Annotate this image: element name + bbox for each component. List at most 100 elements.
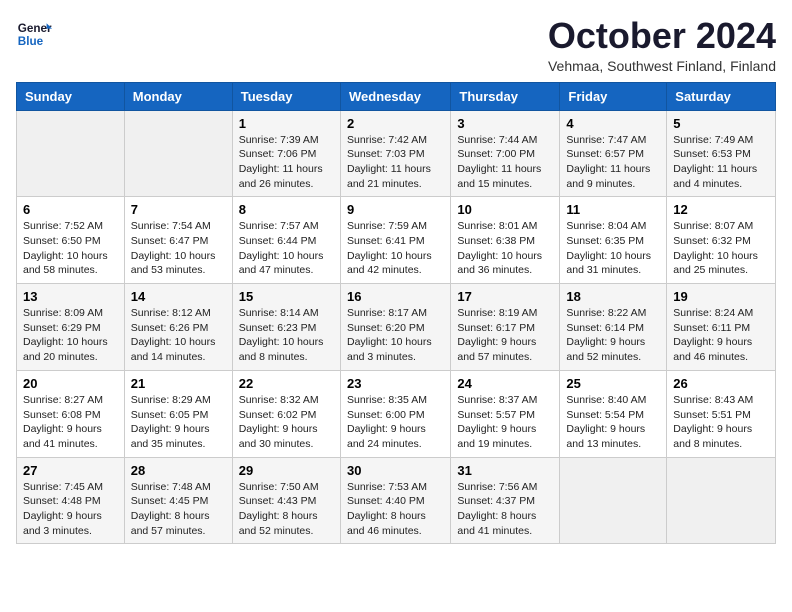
day-info: Sunrise: 8:14 AMSunset: 6:23 PMDaylight:… (239, 306, 334, 365)
day-info: Sunrise: 8:19 AMSunset: 6:17 PMDaylight:… (457, 306, 553, 365)
day-info: Sunrise: 7:47 AMSunset: 6:57 PMDaylight:… (566, 133, 660, 192)
day-number: 6 (23, 202, 118, 217)
calendar-cell: 30 Sunrise: 7:53 AMSunset: 4:40 PMDayligh… (340, 457, 450, 544)
day-info: Sunrise: 8:35 AMSunset: 6:00 PMDaylight:… (347, 393, 444, 452)
calendar-cell: 29Sunrise: 7:50 AMSunset: 4:43 PMDayligh… (232, 457, 340, 544)
calendar-cell: 6 Sunrise: 7:52 AMSunset: 6:50 PMDaylight… (17, 197, 125, 284)
day-number: 28 (131, 463, 226, 478)
calendar-cell: 1 Sunrise: 7:39 AMSunset: 7:06 PMDaylight… (232, 110, 340, 197)
calendar-table: SundayMondayTuesdayWednesdayThursdayFrid… (16, 82, 776, 545)
day-number: 22 (239, 376, 334, 391)
day-number: 25 (566, 376, 660, 391)
day-number: 13 (23, 289, 118, 304)
calendar-cell: 22Sunrise: 8:32 AMSunset: 6:02 PMDayligh… (232, 370, 340, 457)
calendar-cell (17, 110, 125, 197)
calendar-cell: 18Sunrise: 8:22 AMSunset: 6:14 PMDayligh… (560, 284, 667, 371)
day-number: 31 (457, 463, 553, 478)
day-number: 4 (566, 116, 660, 131)
day-number: 19 (673, 289, 769, 304)
day-info: Sunrise: 8:12 AMSunset: 6:26 PMDaylight:… (131, 306, 226, 365)
calendar-week-4: 20 Sunrise: 8:27 AMSunset: 6:08 PMDayligh… (17, 370, 776, 457)
calendar-cell (560, 457, 667, 544)
day-info: Sunrise: 7:53 AMSunset: 4:40 PMDaylight:… (347, 480, 444, 539)
day-number: 9 (347, 202, 444, 217)
location: Vehmaa, Southwest Finland, Finland (548, 58, 776, 74)
calendar-cell: 5 Sunrise: 7:49 AMSunset: 6:53 PMDaylight… (667, 110, 776, 197)
calendar-cell: 13 Sunrise: 8:09 AMSunset: 6:29 PMDayligh… (17, 284, 125, 371)
day-info: Sunrise: 8:09 AMSunset: 6:29 PMDaylight:… (23, 306, 118, 365)
day-number: 30 (347, 463, 444, 478)
calendar-cell: 24Sunrise: 8:37 AMSunset: 5:57 PMDayligh… (451, 370, 560, 457)
weekday-header-monday: Monday (124, 82, 232, 110)
weekday-header-thursday: Thursday (451, 82, 560, 110)
day-info: Sunrise: 7:52 AMSunset: 6:50 PMDaylight:… (23, 219, 118, 278)
day-number: 14 (131, 289, 226, 304)
day-info: Sunrise: 7:48 AMSunset: 4:45 PMDaylight:… (131, 480, 226, 539)
calendar-cell: 9 Sunrise: 7:59 AMSunset: 6:41 PMDaylight… (340, 197, 450, 284)
day-info: Sunrise: 8:27 AMSunset: 6:08 PMDaylight:… (23, 393, 118, 452)
weekday-header-saturday: Saturday (667, 82, 776, 110)
day-number: 15 (239, 289, 334, 304)
calendar-cell: 10 Sunrise: 8:01 AMSunset: 6:38 PMDayligh… (451, 197, 560, 284)
day-number: 10 (457, 202, 553, 217)
day-info: Sunrise: 8:04 AMSunset: 6:35 PMDaylight:… (566, 219, 660, 278)
calendar-cell (124, 110, 232, 197)
calendar-cell: 15 Sunrise: 8:14 AMSunset: 6:23 PMDayligh… (232, 284, 340, 371)
day-number: 23 (347, 376, 444, 391)
calendar-week-1: 1 Sunrise: 7:39 AMSunset: 7:06 PMDaylight… (17, 110, 776, 197)
logo-icon: General Blue (16, 16, 52, 52)
day-number: 20 (23, 376, 118, 391)
day-info: Sunrise: 7:42 AMSunset: 7:03 PMDaylight:… (347, 133, 444, 192)
day-info: Sunrise: 7:56 AMSunset: 4:37 PMDaylight:… (457, 480, 553, 539)
logo: General Blue (16, 16, 52, 52)
svg-text:Blue: Blue (18, 35, 44, 48)
day-number: 26 (673, 376, 769, 391)
day-info: Sunrise: 8:24 AMSunset: 6:11 PMDaylight:… (673, 306, 769, 365)
day-number: 17 (457, 289, 553, 304)
calendar-cell: 14 Sunrise: 8:12 AMSunset: 6:26 PMDayligh… (124, 284, 232, 371)
day-info: Sunrise: 7:39 AMSunset: 7:06 PMDaylight:… (239, 133, 334, 192)
weekday-header-sunday: Sunday (17, 82, 125, 110)
weekday-header-friday: Friday (560, 82, 667, 110)
calendar-week-3: 13 Sunrise: 8:09 AMSunset: 6:29 PMDayligh… (17, 284, 776, 371)
day-number: 1 (239, 116, 334, 131)
calendar-cell: 12Sunrise: 8:07 AMSunset: 6:32 PMDayligh… (667, 197, 776, 284)
day-number: 7 (131, 202, 226, 217)
weekday-header-tuesday: Tuesday (232, 82, 340, 110)
day-info: Sunrise: 8:37 AMSunset: 5:57 PMDaylight:… (457, 393, 553, 452)
calendar-cell: 28 Sunrise: 7:48 AMSunset: 4:45 PMDayligh… (124, 457, 232, 544)
day-info: Sunrise: 7:57 AMSunset: 6:44 PMDaylight:… (239, 219, 334, 278)
title-block: October 2024 Vehmaa, Southwest Finland, … (548, 16, 776, 74)
calendar-cell: 2 Sunrise: 7:42 AMSunset: 7:03 PMDaylight… (340, 110, 450, 197)
calendar-cell: 8 Sunrise: 7:57 AMSunset: 6:44 PMDaylight… (232, 197, 340, 284)
day-info: Sunrise: 8:07 AMSunset: 6:32 PMDaylight:… (673, 219, 769, 278)
day-info: Sunrise: 8:01 AMSunset: 6:38 PMDaylight:… (457, 219, 553, 278)
day-info: Sunrise: 7:50 AMSunset: 4:43 PMDaylight:… (239, 480, 334, 539)
day-number: 16 (347, 289, 444, 304)
calendar-cell: 11 Sunrise: 8:04 AMSunset: 6:35 PMDayligh… (560, 197, 667, 284)
calendar-cell: 16Sunrise: 8:17 AMSunset: 6:20 PMDayligh… (340, 284, 450, 371)
calendar-cell: 3Sunrise: 7:44 AMSunset: 7:00 PMDaylight… (451, 110, 560, 197)
calendar-week-5: 27Sunrise: 7:45 AMSunset: 4:48 PMDayligh… (17, 457, 776, 544)
day-info: Sunrise: 8:22 AMSunset: 6:14 PMDaylight:… (566, 306, 660, 365)
calendar-cell: 20 Sunrise: 8:27 AMSunset: 6:08 PMDayligh… (17, 370, 125, 457)
calendar-cell (667, 457, 776, 544)
calendar-cell: 17 Sunrise: 8:19 AMSunset: 6:17 PMDayligh… (451, 284, 560, 371)
day-info: Sunrise: 7:45 AMSunset: 4:48 PMDaylight:… (23, 480, 118, 539)
month-title: October 2024 (548, 16, 776, 56)
calendar-week-2: 6 Sunrise: 7:52 AMSunset: 6:50 PMDaylight… (17, 197, 776, 284)
day-number: 11 (566, 202, 660, 217)
day-info: Sunrise: 8:29 AMSunset: 6:05 PMDaylight:… (131, 393, 226, 452)
calendar-cell: 26 Sunrise: 8:43 AMSunset: 5:51 PMDayligh… (667, 370, 776, 457)
calendar-cell: 25Sunrise: 8:40 AMSunset: 5:54 PMDayligh… (560, 370, 667, 457)
calendar-cell: 23 Sunrise: 8:35 AMSunset: 6:00 PMDayligh… (340, 370, 450, 457)
day-number: 2 (347, 116, 444, 131)
calendar-cell: 19 Sunrise: 8:24 AMSunset: 6:11 PMDayligh… (667, 284, 776, 371)
day-info: Sunrise: 7:59 AMSunset: 6:41 PMDaylight:… (347, 219, 444, 278)
day-info: Sunrise: 7:49 AMSunset: 6:53 PMDaylight:… (673, 133, 769, 192)
calendar-cell: 7Sunrise: 7:54 AMSunset: 6:47 PMDaylight… (124, 197, 232, 284)
day-number: 5 (673, 116, 769, 131)
day-number: 8 (239, 202, 334, 217)
day-info: Sunrise: 8:43 AMSunset: 5:51 PMDaylight:… (673, 393, 769, 452)
day-number: 21 (131, 376, 226, 391)
